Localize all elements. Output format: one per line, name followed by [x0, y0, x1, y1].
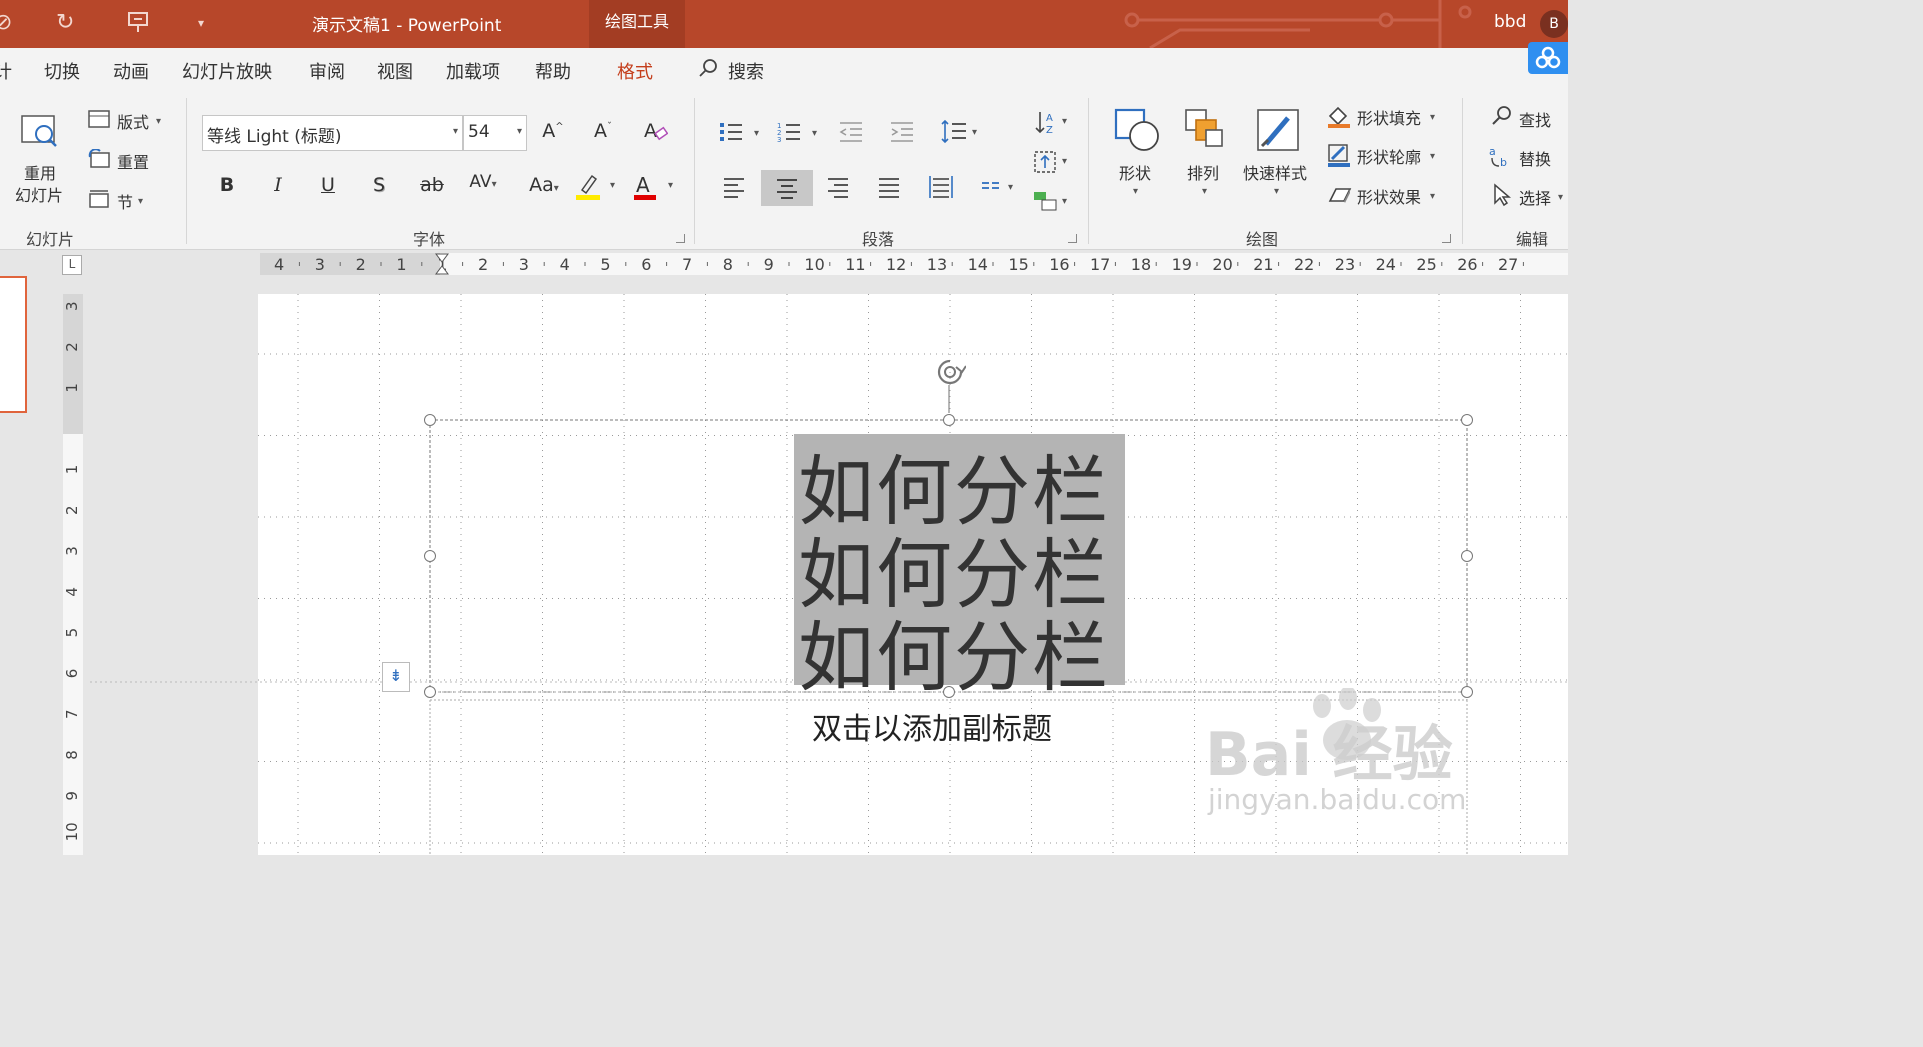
resize-handle-right[interactable]	[1461, 550, 1473, 562]
paw-watermark-icon	[1313, 688, 1381, 760]
autofit-options-icon[interactable]: ⇟	[382, 662, 410, 692]
resize-handle-bottom[interactable]	[943, 686, 955, 698]
resize-handle-bottom-left[interactable]	[424, 686, 436, 698]
resize-handle-top-left[interactable]	[424, 414, 436, 426]
subtitle-placeholder[interactable]: 双击以添加副标题	[812, 704, 1052, 748]
resize-handle-left[interactable]	[424, 550, 436, 562]
rotate-handle-icon[interactable]	[934, 357, 966, 389]
watermark-url: jingyan.baidu.com	[1208, 783, 1467, 816]
resize-handle-top-right[interactable]	[1461, 414, 1473, 426]
resize-handle-top[interactable]	[943, 414, 955, 426]
resize-handle-bottom-right[interactable]	[1461, 686, 1473, 698]
